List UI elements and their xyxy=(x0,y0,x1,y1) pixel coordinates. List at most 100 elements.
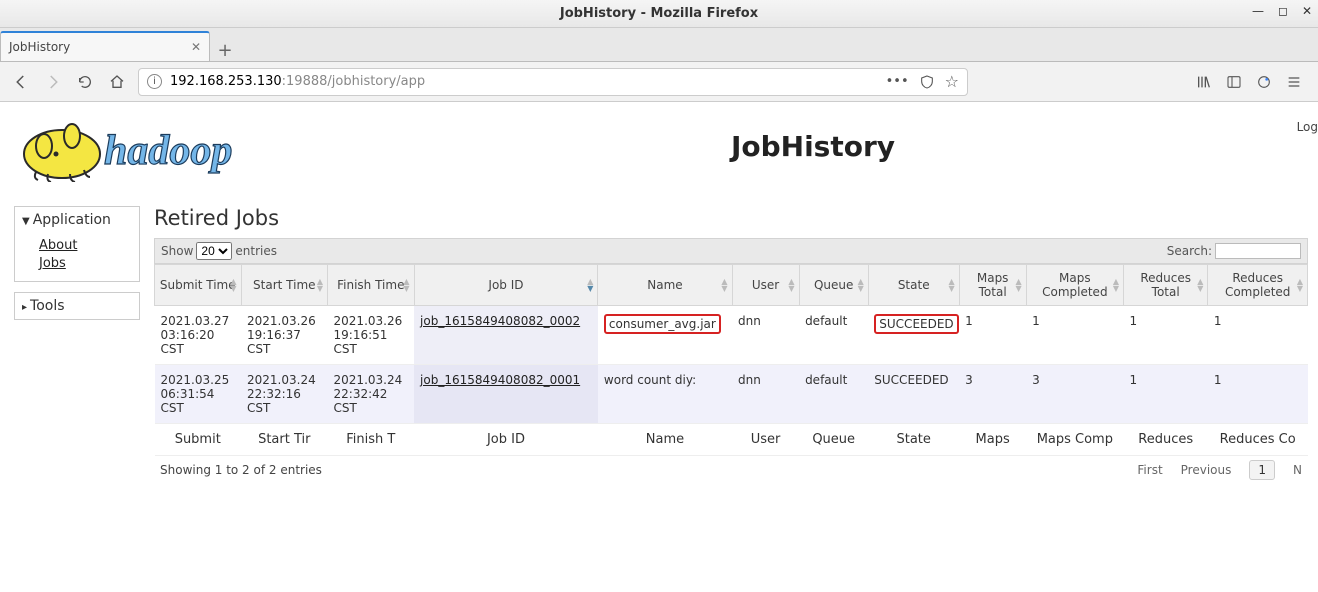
section-title: Retired Jobs xyxy=(154,206,1308,230)
table-cell: 1 xyxy=(959,306,1026,365)
forward-button[interactable] xyxy=(42,71,64,93)
pager-page-1[interactable]: 1 xyxy=(1249,460,1275,480)
table-row: 2021.03.27 03:16:20 CST2021.03.26 19:16:… xyxy=(155,306,1308,365)
filter-cell[interactable]: Submit xyxy=(155,424,242,456)
job-id-link[interactable]: job_1615849408082_0002 xyxy=(420,314,580,328)
window-controls: — ◻ ✕ xyxy=(1252,4,1312,18)
pager: First Previous 1 N xyxy=(1137,460,1302,480)
logged-in-label: Log xyxy=(1297,120,1318,134)
window-titlebar: JobHistory - Mozilla Firefox — ◻ ✕ xyxy=(0,0,1318,28)
column-header[interactable]: Name▲▼ xyxy=(598,265,732,306)
meatball-icon[interactable]: ••• xyxy=(886,74,909,89)
table-cell: 3 xyxy=(1026,365,1123,424)
sidebar-item-jobs[interactable]: Jobs xyxy=(39,255,127,273)
table-cell: 1 xyxy=(1026,306,1123,365)
filter-cell[interactable]: Maps xyxy=(959,424,1026,456)
column-header[interactable]: Job ID▲▼ xyxy=(414,265,598,306)
table-cell: word count diy: xyxy=(598,365,732,424)
column-header[interactable]: Reduces Completed▲▼ xyxy=(1208,265,1308,306)
page-size-select[interactable]: 20 xyxy=(196,242,232,260)
extension-icon[interactable] xyxy=(1256,74,1272,90)
tab-label: JobHistory xyxy=(9,40,70,54)
minimize-icon[interactable]: — xyxy=(1252,4,1264,18)
reload-button[interactable] xyxy=(74,71,96,93)
show-label: Show xyxy=(161,244,193,258)
filter-cell[interactable]: Reduces xyxy=(1124,424,1208,456)
search-label: Search: xyxy=(1167,244,1212,258)
menu-icon[interactable] xyxy=(1286,74,1302,90)
filter-cell[interactable]: Job ID xyxy=(414,424,598,456)
filter-cell[interactable]: Finish T xyxy=(328,424,415,456)
table-cell: 2021.03.26 19:16:37 CST xyxy=(241,306,328,365)
column-header[interactable]: State▲▼ xyxy=(868,265,959,306)
search-input[interactable] xyxy=(1215,243,1301,259)
filter-cell[interactable]: Queue xyxy=(799,424,868,456)
table-cell: SUCCEEDED xyxy=(868,306,959,365)
table-cell: 2021.03.24 22:32:42 CST xyxy=(328,365,415,424)
filter-cell[interactable]: Reduces Co xyxy=(1208,424,1308,456)
pager-first[interactable]: First xyxy=(1137,463,1162,477)
home-button[interactable] xyxy=(106,71,128,93)
window-title: JobHistory - Mozilla Firefox xyxy=(560,6,758,21)
table-footer: Showing 1 to 2 of 2 entries First Previo… xyxy=(154,456,1308,484)
filter-cell[interactable]: User xyxy=(732,424,799,456)
table-cell: 2021.03.27 03:16:20 CST xyxy=(155,306,242,365)
jobs-table: Submit Time▲▼Start Time▲▼Finish Time▲▼Jo… xyxy=(154,264,1308,456)
table-cell: job_1615849408082_0001 xyxy=(414,365,598,424)
table-cell: default xyxy=(799,306,868,365)
table-cell: dnn xyxy=(732,365,799,424)
table-row: 2021.03.25 06:31:54 CST2021.03.24 22:32:… xyxy=(155,365,1308,424)
sidebar-application-header[interactable]: ▼Application xyxy=(15,207,139,233)
page-content: Log hadoop JobHistory ▼Application xyxy=(0,102,1318,592)
page-title: JobHistory xyxy=(318,130,1308,163)
expand-arrow-icon: ▸ xyxy=(22,302,27,313)
nav-toolbar: i 192.168.253.130:19888/jobhistory/app •… xyxy=(0,62,1318,102)
sidebar-icon[interactable] xyxy=(1226,74,1242,90)
column-header[interactable]: User▲▼ xyxy=(732,265,799,306)
hadoop-logo: hadoop xyxy=(14,110,318,182)
table-cell: 1 xyxy=(1124,365,1208,424)
job-id-link[interactable]: job_1615849408082_0001 xyxy=(420,373,580,387)
maximize-icon[interactable]: ◻ xyxy=(1278,4,1288,18)
url-rest: :19888/jobhistory/app xyxy=(282,74,426,89)
table-cell: 1 xyxy=(1124,306,1208,365)
back-button[interactable] xyxy=(10,71,32,93)
pager-next[interactable]: N xyxy=(1293,463,1302,477)
table-cell: SUCCEEDED xyxy=(868,365,959,424)
column-header[interactable]: Maps Completed▲▼ xyxy=(1026,265,1123,306)
table-cell: dnn xyxy=(732,306,799,365)
new-tab-button[interactable]: + xyxy=(210,40,240,61)
sidebar: ▼Application About Jobs ▸Tools xyxy=(14,206,140,484)
column-header[interactable]: Queue▲▼ xyxy=(799,265,868,306)
table-cell: default xyxy=(799,365,868,424)
url-host: 192.168.253.130 xyxy=(170,74,282,89)
reader-icon[interactable] xyxy=(919,74,935,90)
close-icon[interactable]: ✕ xyxy=(1302,4,1312,18)
column-header[interactable]: Maps Total▲▼ xyxy=(959,265,1026,306)
sidebar-item-about[interactable]: About xyxy=(39,237,127,255)
bookmark-star-icon[interactable]: ☆ xyxy=(945,72,959,91)
table-cell: 1 xyxy=(1208,306,1308,365)
column-header[interactable]: Finish Time▲▼ xyxy=(328,265,415,306)
table-cell: 3 xyxy=(959,365,1026,424)
url-bar[interactable]: i 192.168.253.130:19888/jobhistory/app •… xyxy=(138,68,968,96)
sidebar-tools-header[interactable]: ▸Tools xyxy=(15,293,139,319)
pager-previous[interactable]: Previous xyxy=(1181,463,1232,477)
column-header[interactable]: Submit Time▲▼ xyxy=(155,265,242,306)
tab-bar: JobHistory ✕ + xyxy=(0,28,1318,62)
filter-cell[interactable]: Maps Comp xyxy=(1026,424,1123,456)
collapse-arrow-icon: ▼ xyxy=(22,216,30,227)
filter-cell[interactable]: Start Tir xyxy=(241,424,328,456)
column-header[interactable]: Reduces Total▲▼ xyxy=(1124,265,1208,306)
site-info-icon[interactable]: i xyxy=(147,74,162,89)
browser-tab[interactable]: JobHistory ✕ xyxy=(0,31,210,61)
filter-cell[interactable]: Name xyxy=(598,424,732,456)
table-cell: 1 xyxy=(1208,365,1308,424)
library-icon[interactable] xyxy=(1196,74,1212,90)
column-header[interactable]: Start Time▲▼ xyxy=(241,265,328,306)
sidebar-tools: ▸Tools xyxy=(14,292,140,320)
tab-close-icon[interactable]: ✕ xyxy=(191,40,201,54)
filter-cell[interactable]: State xyxy=(868,424,959,456)
table-top-controls: Show 20 entries Search: xyxy=(154,238,1308,264)
table-header-row: Submit Time▲▼Start Time▲▼Finish Time▲▼Jo… xyxy=(155,265,1308,306)
